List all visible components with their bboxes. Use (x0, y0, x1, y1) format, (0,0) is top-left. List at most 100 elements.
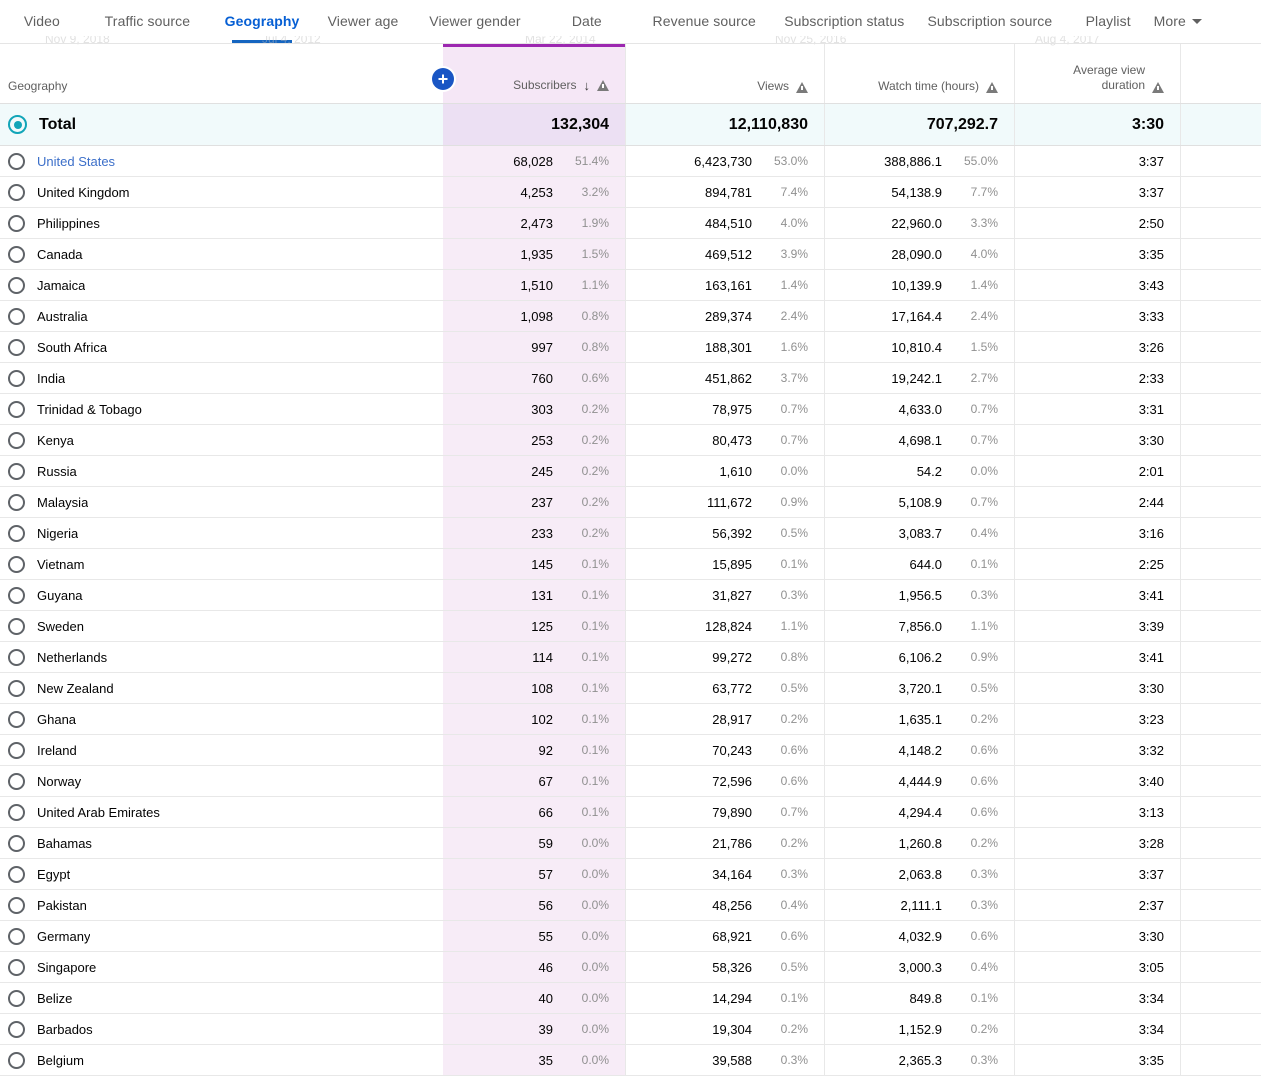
row-radio-button[interactable] (8, 400, 25, 418)
add-metric-button[interactable] (432, 68, 454, 90)
row-radio-button[interactable] (8, 741, 25, 759)
row-radio-button[interactable] (8, 896, 25, 914)
row-radio-button[interactable] (8, 338, 25, 356)
row-radio-button[interactable] (8, 617, 25, 635)
row-cell-watch-time: 6,106.2 0.9% (824, 642, 1014, 672)
row-radio-button[interactable] (8, 369, 25, 387)
table-row[interactable]: Vietnam 145 0.1% 15,895 0.1% 644.0 0.1% 2:25 (0, 549, 1261, 580)
row-radio-button[interactable] (8, 524, 25, 542)
row-cell-views: 111,672 0.9% (625, 487, 824, 517)
row-radio-button[interactable] (8, 989, 25, 1007)
table-row[interactable]: Egypt 57 0.0% 34,164 0.3% 2,063.8 0.3% 3:37 (0, 859, 1261, 890)
row-radio-button[interactable] (8, 586, 25, 604)
tab-video[interactable]: Video (0, 0, 84, 44)
row-radio-button[interactable] (8, 1051, 25, 1069)
warning-triangle-icon[interactable] (1152, 82, 1164, 93)
row-cell-subscribers-percent: 3.2% (581, 185, 609, 199)
header-cell-geography[interactable]: Geography (0, 44, 443, 103)
table-row[interactable]: Nigeria 233 0.2% 56,392 0.5% 3,083.7 0.4% 3:16 (0, 518, 1261, 549)
row-radio-button[interactable] (8, 493, 25, 511)
header-icons-watch-time (986, 82, 998, 93)
row-label-geography[interactable]: United States (37, 154, 115, 169)
row-cell-subscribers-value: 39 (538, 1021, 553, 1037)
row-radio-button[interactable] (8, 772, 25, 790)
table-row[interactable]: Jamaica 1,510 1.1% 163,161 1.4% 10,139.9 1.4% 3… (0, 270, 1261, 301)
tab-more[interactable]: More (1154, 0, 1261, 44)
tab-revenue-source[interactable]: Revenue source (637, 0, 772, 44)
tab-date[interactable]: Date (537, 0, 637, 44)
table-row[interactable]: Russia 245 0.2% 1,610 0.0% 54.2 0.0% 2:01 (0, 456, 1261, 487)
table-row[interactable]: Guyana 131 0.1% 31,827 0.3% 1,956.5 0.3% 3:41 (0, 580, 1261, 611)
table-row[interactable]: Norway 67 0.1% 72,596 0.6% 4,444.9 0.6% 3:40 (0, 766, 1261, 797)
table-row[interactable]: Germany 55 0.0% 68,921 0.6% 4,032.9 0.6% 3:30 (0, 921, 1261, 952)
table-row[interactable]: Ireland 92 0.1% 70,243 0.6% 4,148.2 0.6% 3:32 (0, 735, 1261, 766)
row-radio-button[interactable] (8, 927, 25, 945)
row-cell-subscribers: 237 0.2% (443, 487, 625, 517)
total-radio-button[interactable] (8, 115, 27, 134)
row-radio-button[interactable] (8, 245, 25, 263)
tab-viewer-gender[interactable]: Viewer gender (413, 0, 537, 44)
row-radio-button[interactable] (8, 1020, 25, 1038)
row-label-geography: Nigeria (37, 525, 79, 541)
table-row[interactable]: Malaysia 237 0.2% 111,672 0.9% 5,108.9 0.7% 2:4… (0, 487, 1261, 518)
warning-triangle-icon[interactable] (986, 82, 998, 93)
row-radio-button[interactable] (8, 555, 25, 573)
row-radio-button[interactable] (8, 276, 25, 294)
row-radio-button[interactable] (8, 834, 25, 852)
row-radio-button[interactable] (8, 648, 25, 666)
warning-triangle-icon[interactable] (597, 80, 609, 91)
table-row[interactable]: Barbados 39 0.0% 19,304 0.2% 1,152.9 0.2% 3:34 (0, 1014, 1261, 1045)
row-radio-button[interactable] (8, 710, 25, 728)
row-radio-button[interactable] (8, 307, 25, 325)
table-row[interactable]: South Africa 997 0.8% 188,301 1.6% 10,810.4 1.… (0, 332, 1261, 363)
table-row[interactable]: India 760 0.6% 451,862 3.7% 19,242.1 2.7% 2:33 (0, 363, 1261, 394)
tab-playlist[interactable]: Playlist (1063, 0, 1154, 44)
table-row[interactable]: Kenya 253 0.2% 80,473 0.7% 4,698.1 0.7% 3:30 (0, 425, 1261, 456)
table-row[interactable]: United Kingdom 4,253 3.2% 894,781 7.4% 54,138… (0, 177, 1261, 208)
row-radio-button[interactable] (8, 431, 25, 449)
row-radio-button[interactable] (8, 462, 25, 480)
row-radio-button[interactable] (8, 214, 25, 232)
row-radio-button[interactable] (8, 865, 25, 883)
tab-subscription-source[interactable]: Subscription source (917, 0, 1063, 44)
table-row[interactable]: Singapore 46 0.0% 58,326 0.5% 3,000.3 0.4% 3:05 (0, 952, 1261, 983)
table-row[interactable]: Philippines 2,473 1.9% 484,510 4.0% 22,960.0 3… (0, 208, 1261, 239)
table-row[interactable]: New Zealand 108 0.1% 63,772 0.5% 3,720.1 0.5% 3… (0, 673, 1261, 704)
header-cell-views[interactable]: Views (625, 44, 824, 103)
table-row[interactable]: Pakistan 56 0.0% 48,256 0.4% 2,111.1 0.3% 2:37 (0, 890, 1261, 921)
row-cell-average-view-duration-value: 2:25 (1138, 556, 1164, 572)
row-cell-views-percent: 0.0% (780, 464, 808, 478)
table-row[interactable]: United Arab Emirates 66 0.1% 79,890 0.7% 4,29… (0, 797, 1261, 828)
header-cell-watch-time[interactable]: Watch time (hours) (824, 44, 1014, 103)
table-row[interactable]: Australia 1,098 0.8% 289,374 2.4% 17,164.4 2.4… (0, 301, 1261, 332)
header-cell-subscribers[interactable]: Subscribers ↓ (443, 44, 625, 103)
tab-viewer-age[interactable]: Viewer age (313, 0, 413, 44)
table-row[interactable]: Canada 1,935 1.5% 469,512 3.9% 28,090.0 4.0% 3:… (0, 239, 1261, 270)
table-row[interactable]: Belize 40 0.0% 14,294 0.1% 849.8 0.1% 3:34 (0, 983, 1261, 1014)
row-cell-watch-time-value: 22,960.0 (891, 215, 942, 231)
table-total-row[interactable]: Total 132,304 12,110,830 707,292.7 3:30 (0, 104, 1261, 146)
row-radio-button[interactable] (8, 803, 25, 821)
row-radio-button[interactable] (8, 958, 25, 976)
row-label-geography: Barbados (37, 1021, 93, 1037)
row-cell-average-view-duration-value: 3:41 (1138, 587, 1164, 603)
row-radio-button[interactable] (8, 183, 25, 201)
row-cell-watch-time: 17,164.4 2.4% (824, 301, 1014, 331)
tab-geography[interactable]: Geography (211, 0, 313, 44)
row-radio-button[interactable] (8, 152, 25, 170)
table-row[interactable]: Trinidad & Tobago 303 0.2% 78,975 0.7% 4,633.… (0, 394, 1261, 425)
table-row[interactable]: Belgium 35 0.0% 39,588 0.3% 2,365.3 0.3% 3:35 (0, 1045, 1261, 1076)
table-row[interactable]: United States 68,028 51.4% 6,423,730 53.0% 38… (0, 146, 1261, 177)
row-cell-empty (1180, 332, 1261, 362)
tab-traffic-source[interactable]: Traffic source (84, 0, 211, 44)
sort-descending-icon[interactable]: ↓ (584, 79, 591, 92)
table-row[interactable]: Ghana 102 0.1% 28,917 0.2% 1,635.1 0.2% 3:23 (0, 704, 1261, 735)
table-row[interactable]: Netherlands 114 0.1% 99,272 0.8% 6,106.2 0.9% 3… (0, 642, 1261, 673)
tab-subscription-status[interactable]: Subscription status (772, 0, 918, 44)
table-row[interactable]: Bahamas 59 0.0% 21,786 0.2% 1,260.8 0.2% 3:28 (0, 828, 1261, 859)
row-radio-button[interactable] (8, 679, 25, 697)
chevron-down-icon (1191, 18, 1202, 24)
header-cell-average-view-duration[interactable]: Average view duration (1014, 44, 1180, 103)
warning-triangle-icon[interactable] (796, 82, 808, 93)
table-row[interactable]: Sweden 125 0.1% 128,824 1.1% 7,856.0 1.1% 3:39 (0, 611, 1261, 642)
